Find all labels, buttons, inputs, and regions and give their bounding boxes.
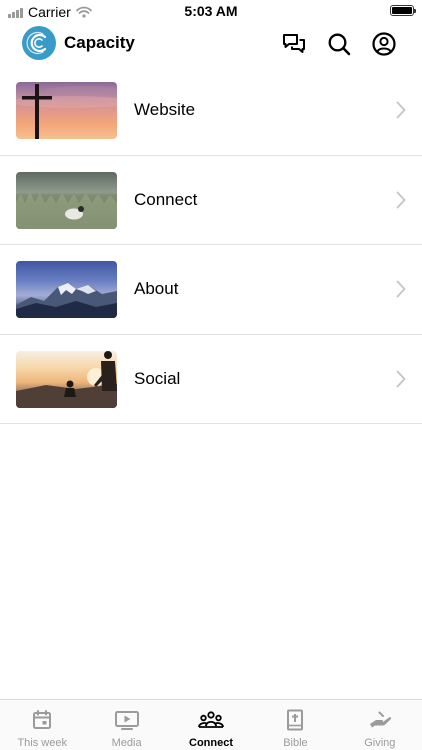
status-bar: Carrier 5:03 AM	[0, 0, 422, 22]
chevron-right-icon	[396, 280, 406, 298]
app-title: Capacity	[64, 33, 135, 52]
giving-hand-icon	[369, 711, 391, 728]
tab-giving[interactable]: Giving	[338, 700, 422, 750]
tab-connect[interactable]: Connect	[169, 700, 253, 750]
list-item-label: Connect	[134, 189, 198, 209]
app-header: Capacity	[0, 22, 422, 66]
connect-thumbnail	[16, 171, 117, 229]
tab-label: Connect	[189, 737, 234, 749]
list-item-connect[interactable]: Connect	[0, 156, 422, 245]
tab-bible[interactable]: Bible	[253, 700, 337, 750]
status-time: 5:03 AM	[184, 3, 238, 19]
list-item-social[interactable]: Social	[0, 335, 422, 424]
chat-icon[interactable]	[281, 31, 307, 57]
list-item-label: Website	[134, 100, 196, 119]
tab-label: This week	[17, 737, 67, 749]
play-icon	[114, 711, 139, 730]
website-thumbnail	[16, 82, 117, 139]
list-item-about[interactable]: About	[0, 245, 422, 335]
capacity-logo-icon	[26, 31, 47, 55]
tab-this-week[interactable]: This week	[0, 700, 84, 750]
chevron-right-icon	[396, 191, 406, 208]
app-logo[interactable]	[22, 26, 56, 60]
list-item-label: About	[134, 279, 179, 298]
tab-label: Giving	[364, 737, 396, 749]
social-thumbnail	[16, 350, 117, 408]
people-icon	[198, 711, 224, 728]
profile-icon[interactable]	[371, 31, 397, 57]
calendar-icon	[33, 710, 52, 729]
tab-bar: This week Media Connect Bible Giving	[0, 699, 422, 750]
list-item-website[interactable]: Website	[0, 66, 422, 156]
about-thumbnail	[16, 261, 117, 318]
tab-label: Media	[111, 737, 142, 749]
battery-icon	[390, 5, 416, 16]
tab-label: Bible	[283, 737, 308, 749]
chevron-right-icon	[396, 101, 406, 119]
list-item-label: Social	[134, 368, 181, 388]
bible-icon	[287, 709, 304, 731]
chevron-right-icon	[396, 370, 406, 387]
menu-list: Website Connect About Social	[0, 66, 422, 424]
tab-media[interactable]: Media	[84, 700, 168, 750]
search-icon[interactable]	[326, 31, 352, 57]
